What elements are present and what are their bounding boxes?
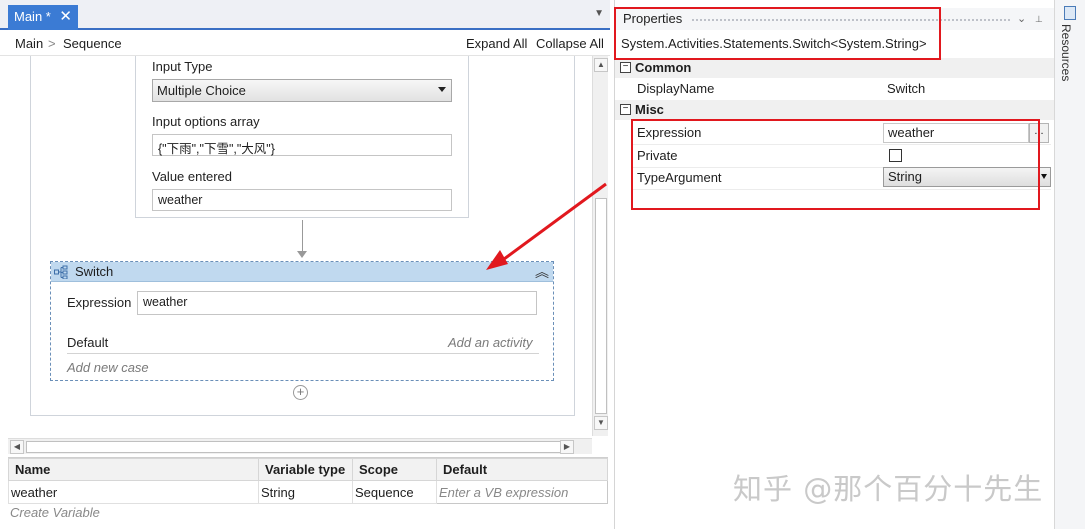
expression-editor-button[interactable]: ... [1029, 123, 1049, 143]
table-row[interactable]: weather String Sequence Enter a VB expre… [8, 480, 608, 504]
value-entered-label: Value entered [152, 169, 232, 184]
typeargument-dropdown[interactable]: String [883, 167, 1051, 187]
column-default[interactable]: Default [436, 458, 608, 481]
breadcrumb-main[interactable]: Main [15, 36, 43, 51]
flow-connector [302, 220, 303, 252]
resources-tab[interactable]: Resources [1059, 24, 1073, 81]
resources-sidebar: Resources [1054, 0, 1085, 529]
horizontal-scrollbar[interactable]: ◀ ▶ [8, 438, 592, 454]
switch-activity-icon [54, 265, 68, 279]
add-new-case-link[interactable]: Add new case [67, 360, 149, 375]
dropdown-arrow-icon [1041, 174, 1047, 179]
property-name: Expression [637, 125, 702, 140]
property-name: DisplayName [637, 81, 715, 96]
switch-expression-label: Expression [67, 295, 132, 310]
activity-type-name: System.Activities.Statements.Switch<Syst… [621, 36, 927, 51]
vertical-scrollbar[interactable]: ▲ ▼ [592, 56, 608, 436]
breadcrumb-separator-icon: > [48, 36, 56, 51]
variable-scope-cell[interactable]: Sequence [352, 480, 437, 504]
variable-type-cell[interactable]: String [258, 480, 353, 504]
expression-value: weather [888, 125, 935, 140]
category-misc-label: Misc [635, 102, 664, 117]
expression-input[interactable]: weather [883, 123, 1029, 143]
watermark: 知乎 @那个百分十先生 [733, 472, 1044, 506]
add-activity-icon[interactable]: + [293, 385, 308, 400]
column-variable-type[interactable]: Variable type [258, 458, 353, 481]
input-type-label: Input Type [152, 59, 213, 74]
scroll-thumb-horizontal[interactable] [26, 441, 572, 453]
scroll-up-icon[interactable]: ▲ [594, 58, 608, 72]
properties-titlebar: Properties ⌄ ⊥ [615, 8, 1055, 30]
typeargument-value: String [888, 169, 922, 184]
expand-all-link[interactable]: Expand All [466, 36, 527, 51]
collapse-all-link[interactable]: Collapse All [536, 36, 604, 51]
divider [67, 353, 539, 354]
default-label: Default [67, 335, 109, 350]
dropdown-icon[interactable]: ⌄ [1017, 12, 1026, 25]
input-type-value: Multiple Choice [157, 83, 246, 98]
chevron-down-icon[interactable]: ▼ [594, 8, 604, 19]
breadcrumb: Main > Sequence Expand All Collapse All [0, 32, 610, 56]
breadcrumb-sequence[interactable]: Sequence [63, 36, 122, 51]
switch-activity[interactable]: Switch ︽ Expression weather Default Add … [50, 261, 554, 381]
column-name[interactable]: Name [8, 458, 259, 481]
collapse-toggle-icon[interactable]: − [620, 104, 631, 115]
tab-main[interactable]: Main * ✕ [8, 5, 78, 30]
collapse-toggle-icon[interactable]: − [620, 62, 631, 73]
category-common-label: Common [635, 60, 692, 75]
property-value[interactable]: Switch [887, 81, 925, 96]
dropdown-arrow-icon [438, 87, 446, 92]
category-common[interactable]: − Common [615, 58, 1055, 78]
category-misc[interactable]: − Misc [615, 100, 1055, 120]
variables-panel: Name Variable type Scope Default weather… [8, 457, 608, 529]
scroll-left-icon[interactable]: ◀ [10, 440, 24, 454]
input-dialog-activity[interactable]: Input Type Multiple Choice Input options… [135, 56, 469, 218]
connector-arrow-icon [297, 251, 307, 258]
resources-icon[interactable] [1064, 6, 1076, 20]
document-tabstrip: Main * ✕ ▼ [0, 0, 610, 30]
table-header-row: Name Variable type Scope Default [8, 458, 608, 481]
properties-panel: Properties ⌄ ⊥ System.Activities.Stateme… [614, 0, 1055, 529]
properties-title: Properties [623, 11, 683, 26]
private-checkbox[interactable] [889, 149, 902, 162]
options-label: Input options array [152, 114, 260, 129]
create-variable-link[interactable]: Create Variable [10, 505, 100, 520]
workflow-designer: Main * ✕ ▼ Main > Sequence Expand All Co… [0, 0, 610, 529]
add-activity-dropzone[interactable]: Add an activity [448, 335, 533, 350]
scroll-right-icon[interactable]: ▶ [560, 440, 574, 454]
property-row-private: Private [631, 145, 1051, 168]
variables-table: Name Variable type Scope Default weather… [8, 458, 608, 504]
scroll-down-icon[interactable]: ▼ [594, 416, 608, 430]
column-scope[interactable]: Scope [352, 458, 437, 481]
close-icon[interactable]: ✕ [59, 7, 72, 25]
switch-header[interactable]: Switch ︽ [51, 262, 553, 282]
switch-expression-value: weather [143, 295, 188, 309]
property-name: TypeArgument [637, 170, 722, 185]
options-value: {"下雨","下雪","大风"} [158, 142, 275, 156]
variable-name-cell[interactable]: weather [8, 480, 259, 504]
property-name: Private [637, 148, 678, 163]
value-entered-value: weather [158, 193, 203, 207]
switch-title: Switch [75, 264, 114, 279]
collapse-icon[interactable]: ︽ [535, 262, 549, 282]
variable-default-input[interactable]: Enter a VB expression [436, 480, 608, 504]
value-entered-field[interactable]: weather [152, 189, 452, 211]
grip-dots [691, 18, 1011, 22]
switch-expression-input[interactable]: weather [137, 291, 537, 315]
options-field[interactable]: {"下雨","下雪","大风"} [152, 134, 452, 156]
pin-icon[interactable]: ⊥ [1035, 14, 1043, 25]
input-type-dropdown[interactable]: Multiple Choice [152, 79, 452, 102]
tab-main-label: Main * [14, 9, 51, 24]
scroll-thumb[interactable] [595, 198, 607, 414]
property-row-displayname[interactable]: DisplayName Switch [631, 78, 1051, 101]
designer-canvas: Input Type Multiple Choice Input options… [8, 56, 592, 436]
